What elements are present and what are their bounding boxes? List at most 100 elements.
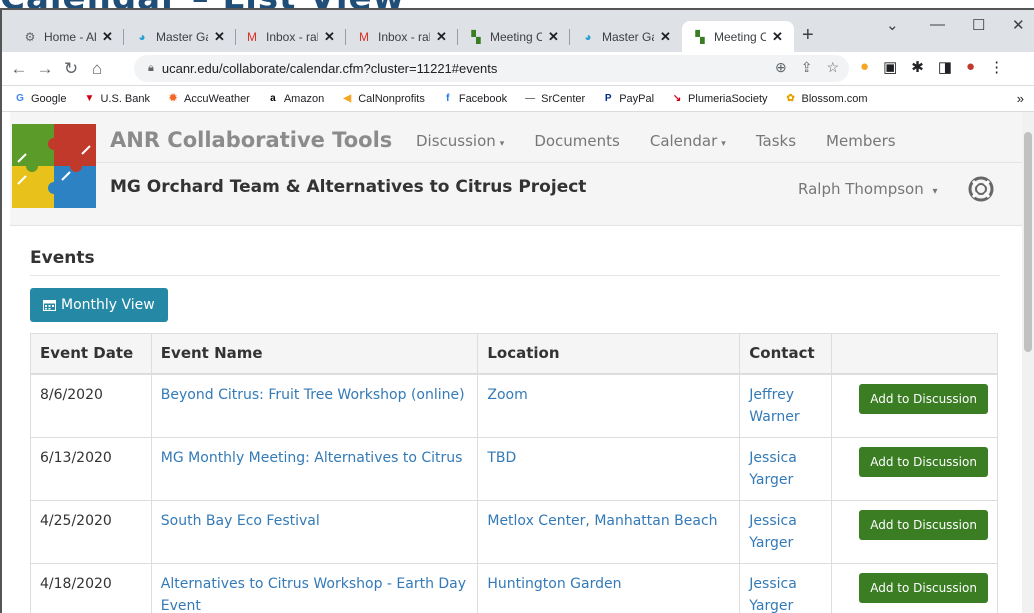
nav-documents[interactable]: Documents bbox=[534, 132, 620, 150]
extensions-puzzle-icon[interactable]: ✱ bbox=[911, 58, 924, 76]
add-to-discussion-button[interactable]: Add to Discussion bbox=[859, 383, 988, 414]
extension-square-icon[interactable]: ▣ bbox=[883, 58, 897, 76]
maximize-icon[interactable]: ☐ bbox=[972, 16, 985, 34]
extension-fire-icon[interactable]: ● bbox=[860, 58, 869, 76]
back-icon[interactable]: ← bbox=[6, 59, 32, 79]
calendar-icon bbox=[43, 300, 56, 311]
help-lifebuoy-icon[interactable] bbox=[968, 176, 994, 202]
table-header-row: Event Date Event Name Location Contact bbox=[30, 333, 998, 375]
bookmark-star-icon[interactable]: ☆ bbox=[826, 59, 839, 76]
event-date-cell: 6/13/2020 bbox=[30, 436, 152, 501]
new-tab-button[interactable]: + bbox=[802, 24, 814, 47]
event-name-link[interactable]: Alternatives to Citrus Workshop - Earth … bbox=[161, 576, 466, 613]
minimize-chevron-icon[interactable]: ⌄ bbox=[886, 16, 899, 34]
share-icon[interactable]: ⇪ bbox=[801, 59, 813, 76]
blossom-icon: ✿ bbox=[786, 93, 795, 104]
action-cell: Add to Discussion bbox=[831, 373, 998, 438]
minimize-icon[interactable]: — bbox=[930, 16, 945, 33]
top-nav: Discussion ▾ Documents Calendar ▾ Tasks Member… bbox=[416, 132, 896, 150]
add-to-discussion-button[interactable]: Add to Discussion bbox=[859, 572, 988, 603]
chevron-down-icon: ▾ bbox=[932, 186, 938, 197]
bookmark-label: U.S. Bank bbox=[100, 92, 151, 105]
event-name-cell: Beyond Citrus: Fruit Tree Workshop (onli… bbox=[150, 373, 479, 438]
tab-label: Master Ga bbox=[602, 29, 654, 44]
nav-tasks[interactable]: Tasks bbox=[756, 132, 796, 150]
bookmark-item[interactable]: ✹ AccuWeather bbox=[167, 93, 250, 105]
profile-avatar-icon[interactable]: ● bbox=[966, 58, 975, 76]
more-bookmarks-icon[interactable]: » bbox=[1017, 91, 1024, 106]
nav-calendar[interactable]: Calendar ▾ bbox=[650, 132, 726, 150]
side-panel-icon[interactable]: ◨ bbox=[938, 58, 952, 76]
event-location-link[interactable]: Huntington Garden bbox=[487, 576, 621, 592]
reload-icon[interactable]: ↻ bbox=[58, 59, 84, 79]
browser-tab[interactable]: ◕ Master Gardener ✕ bbox=[124, 21, 236, 52]
bookmark-item[interactable]: — SrCenter bbox=[524, 93, 585, 105]
scrollbar-thumb[interactable] bbox=[1024, 132, 1032, 352]
user-menu[interactable]: Ralph Thompson ▾ bbox=[798, 180, 938, 198]
event-location-cell: TBD bbox=[477, 436, 741, 501]
bookmark-item[interactable]: ✿ Blossom.com bbox=[785, 93, 867, 105]
page-scrollbar[interactable] bbox=[1022, 112, 1034, 613]
event-contact-link[interactable]: Jessica Yarger bbox=[749, 450, 797, 488]
lock-icon: 🔒︎ bbox=[148, 62, 154, 74]
nav-label: Tasks bbox=[755, 132, 797, 150]
event-date: 4/18/2020 bbox=[40, 575, 112, 592]
home-icon[interactable]: ⌂ bbox=[84, 59, 110, 79]
browser-tab[interactable]: ▚ Meeting C ✕ bbox=[682, 21, 794, 52]
close-tab-icon[interactable]: ✕ bbox=[214, 29, 225, 45]
bookmark-label: PlumeriaSociety bbox=[688, 92, 768, 105]
nav-members[interactable]: Members bbox=[826, 132, 896, 150]
close-tab-icon[interactable]: ✕ bbox=[324, 29, 335, 45]
action-cell: Add to Discussion bbox=[831, 562, 998, 613]
add-to-discussion-button[interactable]: Add to Discussion bbox=[859, 446, 988, 477]
gmail-tab-icon: M bbox=[247, 29, 257, 44]
browser-tab[interactable]: ▚ Meeting C ✕ bbox=[458, 21, 570, 52]
monthly-view-button[interactable]: Monthly View bbox=[30, 288, 168, 322]
close-tab-icon[interactable]: ✕ bbox=[772, 29, 783, 45]
address-bar[interactable]: 🔒︎ ucanr.edu/collaborate/calendar.cfm?cl… bbox=[134, 55, 849, 82]
tab-strip: + ⌄ — ☐ ✕ ⚙Home - All✕◕Master Gardener✕M… bbox=[2, 10, 1034, 52]
anr-puzzle-logo[interactable] bbox=[12, 124, 96, 208]
nav-discussion[interactable]: Discussion ▾ bbox=[416, 132, 504, 150]
amazon-icon: a bbox=[270, 93, 276, 104]
event-name-link[interactable]: South Bay Eco Festival bbox=[161, 513, 320, 529]
browser-tab[interactable]: M Inbox - ral ✕ bbox=[346, 21, 458, 52]
bookmark-item[interactable]: ↘ PlumeriaSociety bbox=[671, 92, 768, 105]
event-contact-link[interactable]: Jeffrey Warner bbox=[749, 387, 799, 425]
browser-tab[interactable]: ◕ Master Ga ✕ bbox=[570, 21, 682, 52]
bookmark-item[interactable]: G Google bbox=[14, 93, 66, 105]
event-contact-link[interactable]: Jessica Yarger bbox=[749, 513, 797, 551]
browser-tab[interactable]: ⚙ Home - All ✕ bbox=[12, 21, 124, 52]
close-tab-icon[interactable]: ✕ bbox=[436, 29, 447, 45]
project-title: MG Orchard Team & Alternatives to Citrus… bbox=[110, 177, 587, 197]
event-name-link[interactable]: Beyond Citrus: Fruit Tree Workshop (onli… bbox=[161, 387, 465, 403]
bookmark-label: Google bbox=[31, 92, 67, 105]
zoom-icon[interactable]: ⊕ bbox=[775, 59, 787, 76]
event-contact-link[interactable]: Jessica Yarger bbox=[749, 576, 797, 613]
browser-menu-icon[interactable]: ⋮ bbox=[989, 58, 1004, 76]
bookmark-item[interactable]: P PayPal bbox=[602, 93, 654, 105]
event-location-link[interactable]: Zoom bbox=[487, 387, 527, 403]
brand-title[interactable]: ANR Collaborative Tools bbox=[110, 128, 392, 152]
bookmark-item[interactable]: a Amazon bbox=[267, 93, 324, 105]
event-name-cell: Alternatives to Citrus Workshop - Earth … bbox=[150, 562, 479, 613]
bookmark-item[interactable]: f Facebook bbox=[442, 93, 507, 105]
puzzle-tab-icon: ▚ bbox=[471, 29, 481, 44]
table-row: 6/13/2020 MG Monthly Meeting: Alternative… bbox=[30, 436, 998, 501]
bookmark-item[interactable]: ▼ U.S. Bank bbox=[83, 93, 150, 105]
close-tab-icon[interactable]: ✕ bbox=[660, 29, 671, 45]
close-window-icon[interactable]: ✕ bbox=[1012, 16, 1025, 34]
event-location-link[interactable]: Metlox Center, Manhattan Beach bbox=[487, 513, 717, 529]
forward-icon[interactable]: → bbox=[32, 59, 58, 79]
event-name-cell: MG Monthly Meeting: Alternatives to Citr… bbox=[150, 436, 479, 501]
event-location-link[interactable]: TBD bbox=[487, 450, 516, 466]
bookmark-item[interactable]: ◀ CalNonprofits bbox=[341, 93, 425, 105]
column-header bbox=[831, 333, 998, 375]
browser-tab[interactable]: M Inbox - ral ✕ bbox=[234, 21, 346, 52]
close-tab-icon[interactable]: ✕ bbox=[548, 29, 559, 45]
add-to-discussion-button[interactable]: Add to Discussion bbox=[859, 509, 988, 540]
column-header: Event Name bbox=[150, 333, 479, 375]
bookmark-label: CalNonprofits bbox=[358, 92, 425, 105]
event-name-link[interactable]: MG Monthly Meeting: Alternatives to Citr… bbox=[161, 450, 463, 466]
close-tab-icon[interactable]: ✕ bbox=[102, 29, 113, 45]
